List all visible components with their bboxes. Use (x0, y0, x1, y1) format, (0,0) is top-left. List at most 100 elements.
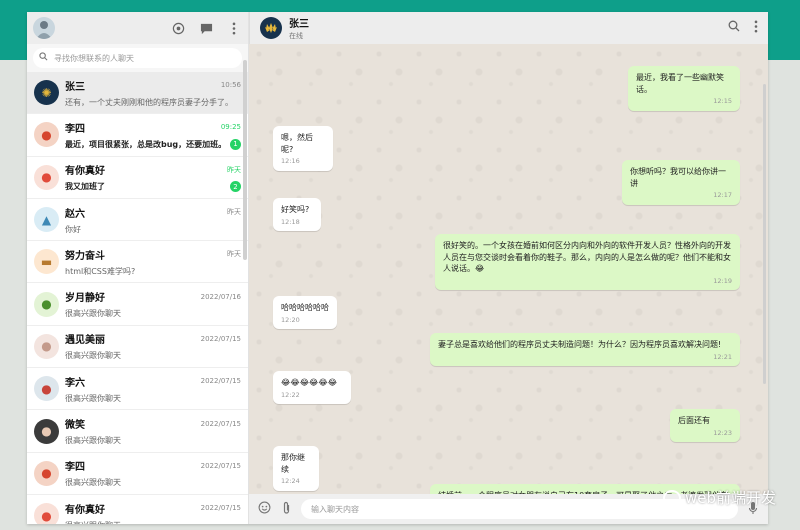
contact-time: 昨天 (227, 165, 241, 174)
strawberry-icon: ● (34, 164, 59, 190)
contact-item[interactable]: ● 遇见美丽 2022/07/15 很高兴跟你聊天 (27, 326, 248, 369)
bottle-icon: ● (34, 376, 59, 402)
status-icon[interactable] (170, 20, 186, 36)
incoming-message[interactable]: 😂😂😂😂😂😂 12:22 (273, 371, 351, 405)
sidebar-header (27, 12, 248, 44)
contact-time: 昨天 (227, 250, 241, 259)
message-time: 12:17 (713, 191, 732, 200)
attach-icon[interactable] (279, 501, 293, 518)
portrait-icon: ● (34, 418, 59, 444)
contact-time: 2022/07/15 (200, 334, 241, 343)
message-text: 那你继续 (281, 453, 305, 474)
message-text: 妻子总是喜欢给他们的程序员丈夫制造问题！为什么？因为程序员喜欢解决问题! (438, 340, 722, 349)
contact-last-message: 很高兴跟你聊天 (65, 520, 121, 524)
menu-icon[interactable] (226, 20, 242, 36)
contact-item[interactable]: ▬ 努力奋斗 昨天 html和CSS难学吗? (27, 241, 248, 284)
menu-icon[interactable] (754, 20, 758, 37)
contact-time: 2022/07/16 (200, 292, 241, 301)
contact-time: 2022/07/15 (200, 419, 241, 428)
contact-name: 有你真好 (65, 504, 105, 516)
message-time: 12:23 (713, 428, 732, 437)
message-time: 12:15 (713, 97, 732, 106)
incoming-message[interactable]: 嗯，然后呢? 12:16 (273, 126, 333, 171)
wechat-icon (662, 489, 681, 506)
contact-item[interactable]: ● 李四 2022/07/15 很高兴跟你聊天 (27, 453, 248, 495)
contact-time: 10:56 (220, 81, 241, 90)
contact-name: 遇见美丽 (65, 335, 105, 347)
outgoing-message[interactable]: 后面还有 12:23 (670, 409, 740, 443)
unread-badge: 2 (230, 181, 241, 193)
burger-icon: ▬ (34, 249, 59, 275)
search-box (33, 48, 242, 68)
chat-avatar[interactable] (260, 17, 282, 39)
background-strip (768, 60, 800, 530)
new-chat-icon[interactable] (198, 20, 214, 36)
unread-badge: 1 (230, 138, 241, 150)
message-area[interactable]: 最近，我看了一些幽默笑话。 12:15 嗯，然后呢? 12:16 你想听吗？我可以给你讲… (249, 44, 768, 494)
message-text: 你想听吗？我可以给你讲一讲 (630, 167, 726, 188)
contact-time: 2022/07/15 (200, 504, 241, 513)
search-bar (27, 44, 248, 72)
contact-name: 李六 (65, 377, 85, 389)
contact-time: 09:25 (220, 123, 241, 132)
person-icon: ● (34, 333, 59, 359)
watermark-text: web前端开发 (684, 489, 776, 507)
contact-item[interactable]: ● 李四 09:25 最近，项目很紧张，总是改bug，还要加班。 1 (27, 114, 248, 157)
contact-time: 昨天 (227, 208, 241, 217)
outgoing-message[interactable]: 你想听吗？我可以给你讲一讲 12:17 (622, 160, 740, 205)
contact-item[interactable]: ● 岁月静好 2022/07/16 很高兴跟你聊天 (27, 283, 248, 326)
message-text: 哈哈哈哈哈哈 (281, 303, 329, 312)
contact-last-message: 很高兴跟你聊天 (65, 351, 121, 361)
contact-item[interactable]: ✺ 张三 10:56 还有，一个丈夫刚刚和他的程序员妻子分手了。 (27, 72, 248, 115)
chat-app: ✺ 张三 10:56 还有，一个丈夫刚刚和他的程序员妻子分手了。 ● 李四 09:25 最近，… (27, 12, 768, 524)
message-text: 好笑吗? (281, 205, 310, 214)
contact-name: 李四 (65, 123, 85, 135)
search-icon (39, 52, 48, 64)
message-time: 12:21 (713, 352, 732, 361)
message-time: 12:19 (713, 276, 732, 285)
contact-last-message: 很高兴跟你聊天 (65, 393, 121, 403)
contact-item[interactable]: ● 有你真好 昨天我又加班了 2 (27, 157, 248, 199)
message-time: 12:16 (281, 157, 300, 166)
contact-name: 微笑 (65, 420, 85, 432)
chat-contact-status: 在线 (289, 32, 303, 40)
contact-item[interactable]: ▲ 赵六 昨天 你好 (27, 199, 248, 242)
contact-item[interactable]: ● 李六 2022/07/15 很高兴跟你聊天 (27, 368, 248, 411)
contact-last-message: 我又加班了 (65, 182, 105, 192)
contact-last-message: 最近，项目很紧张，总是改bug，还要加班。 (65, 139, 227, 149)
emoji-icon[interactable] (257, 501, 271, 517)
strawberry-icon: ● (34, 503, 59, 524)
lotus-icon: ✺ (34, 80, 59, 106)
contact-time: 2022/07/15 (200, 377, 241, 386)
chat-header: 张三 在线 (249, 12, 768, 44)
food-icon: ● (34, 460, 59, 486)
incoming-message[interactable]: 那你继续 12:24 (273, 446, 319, 491)
message-time: 12:18 (281, 217, 300, 226)
message-text: 很好笑的。一个女孩在婚前如何区分内向和外向的软件开发人员？性格外向的开发人员在与… (443, 241, 731, 274)
sidebar-scrollbar[interactable] (243, 60, 247, 260)
outgoing-message[interactable]: 妻子总是喜欢给他们的程序员丈夫制造问题！为什么？因为程序员喜欢解决问题! 12:2… (430, 333, 740, 367)
contact-item[interactable]: ● 微笑 2022/07/15 很高兴跟你聊天 (27, 410, 248, 453)
chat-pane: 张三 在线 最近，我看了一些幽默笑话。 12:15 嗯，然后呢? 12:16 你想听吗？… (249, 12, 768, 524)
contact-item[interactable]: ● 有你真好 2022/07/15 很高兴跟你聊天 (27, 495, 248, 524)
incoming-message[interactable]: 哈哈哈哈哈哈 12:20 (273, 296, 337, 330)
outgoing-message[interactable]: 最近，我看了一些幽默笑话。 12:15 (628, 66, 740, 111)
outgoing-message[interactable]: 很好笑的。一个女孩在婚前如何区分内向和外向的软件开发人员？性格外向的开发人员在与… (435, 234, 740, 291)
cablecar-icon: ▲ (34, 207, 59, 233)
incoming-message[interactable]: 好笑吗? 12:18 (273, 198, 321, 232)
message-time: 12:20 (281, 315, 300, 324)
message-time: 12:24 (281, 477, 300, 486)
contact-last-message: 很高兴跟你聊天 (65, 478, 121, 488)
contact-list: ✺ 张三 10:56 还有，一个丈夫刚刚和他的程序员妻子分手了。 ● 李四 09:25 最近，… (27, 72, 248, 524)
contact-name: 有你真好 (65, 166, 105, 178)
contact-last-message: 还有，一个丈夫刚刚和他的程序员妻子分手了。 (65, 97, 233, 107)
message-text: 嗯，然后呢? (281, 133, 313, 154)
user-avatar[interactable] (33, 17, 55, 39)
scrollbar[interactable] (763, 84, 766, 384)
sidebar: ✺ 张三 10:56 还有，一个丈夫刚刚和他的程序员妻子分手了。 ● 李四 09:25 最近，… (27, 12, 249, 524)
search-icon[interactable] (728, 20, 740, 37)
search-input[interactable] (54, 53, 236, 63)
contact-time: 2022/07/15 (200, 461, 241, 470)
contact-last-message: 很高兴跟你聊天 (65, 309, 121, 319)
contact-name: 赵六 (65, 208, 85, 220)
